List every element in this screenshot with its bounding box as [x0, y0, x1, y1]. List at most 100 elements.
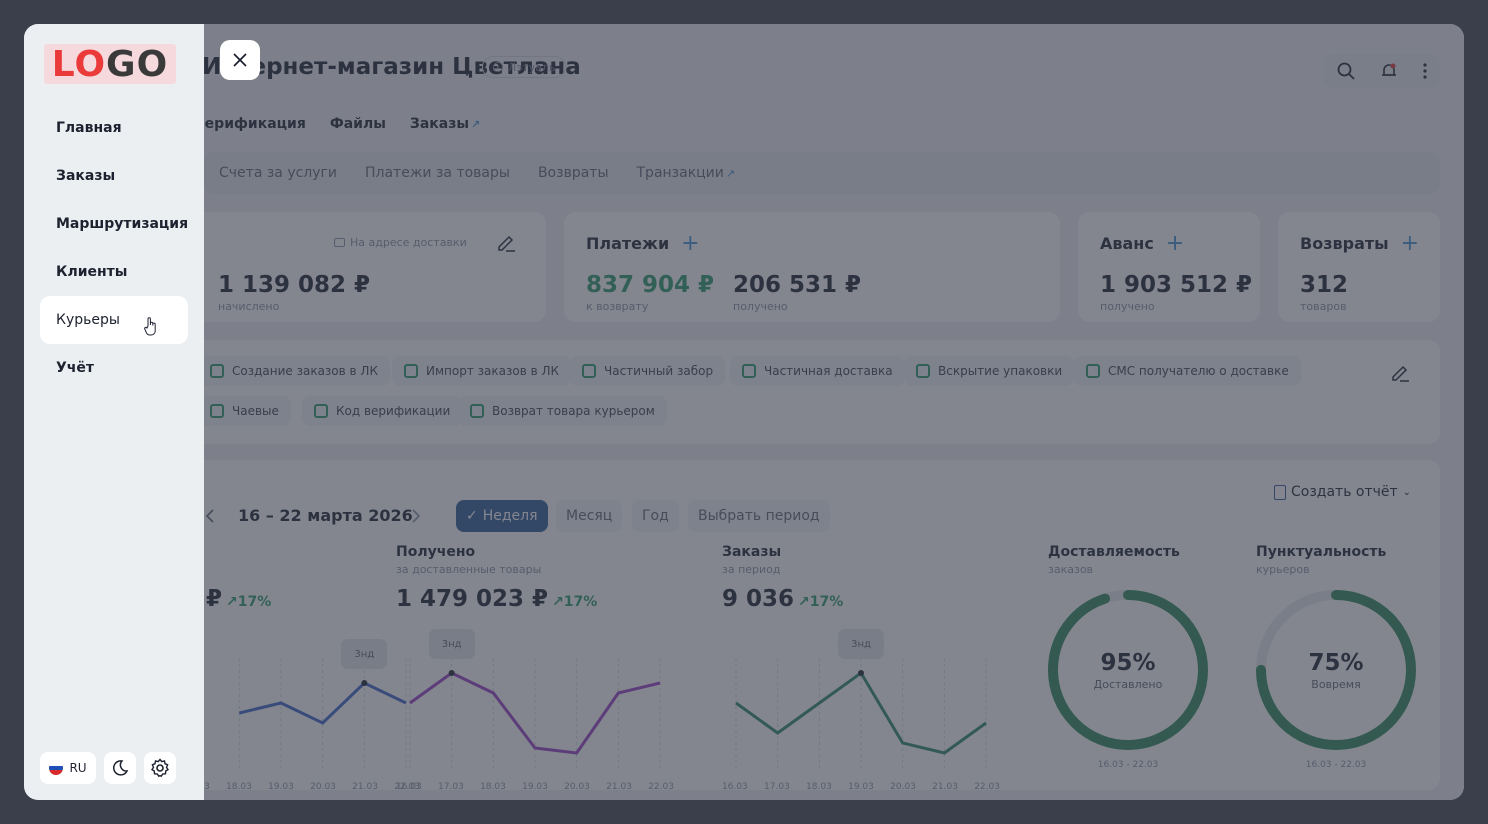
sidebar-item-home[interactable]: Главная — [40, 104, 188, 152]
service-chip[interactable]: Создание заказов в ЛК — [198, 356, 390, 386]
more-vertical-icon[interactable] — [1422, 62, 1428, 80]
service-chip[interactable]: Возврат товара курьером — [458, 396, 667, 426]
sidebar-drawer: LO GO Главная Заказы Маршрутизация Клиент… — [24, 24, 204, 800]
russia-flag-icon — [49, 761, 64, 775]
service-chip[interactable]: Вскрытие упаковки — [904, 356, 1075, 386]
subtab-services[interactable]: Счета за услуги — [219, 165, 337, 181]
data-point[interactable] — [361, 680, 368, 686]
tick-label: 16.03 — [396, 782, 422, 792]
subtab-payments[interactable]: Платежи за товары — [365, 165, 510, 181]
tick-label: 19.03 — [848, 782, 874, 792]
advance-value: 1 903 512 ₽ — [1100, 272, 1253, 298]
status-badge: Лэтуаль — [482, 56, 567, 78]
stat-value-text: 9 036 — [722, 586, 795, 612]
search-icon[interactable] — [1336, 61, 1356, 81]
close-button[interactable] — [220, 40, 260, 80]
service-chip[interactable]: Чаевые — [198, 396, 291, 426]
sidebar-item-orders[interactable]: Заказы — [40, 152, 188, 200]
ring-dates: 16.03 - 22.03 — [1097, 760, 1159, 770]
sidebar-item-couriers[interactable]: Курьеры — [40, 296, 188, 344]
service-chip[interactable]: СМС получателю о доставке — [1074, 356, 1301, 386]
sub-tabs: Счета за услуги Платежи за товары Возвра… — [204, 152, 1440, 194]
services-card: Создание заказов в ЛК Импорт заказов в Л… — [194, 340, 1440, 444]
subtab-transactions-label: Транзакции — [636, 165, 724, 181]
tab-verification[interactable]: Верификация — [194, 116, 306, 132]
service-chip[interactable]: Частичная доставка — [730, 356, 905, 386]
plus-icon[interactable]: + — [1166, 232, 1184, 254]
dashboard: Интернет-магазин Цветлана ⋮ Лэтуаль Вери… — [24, 24, 1464, 800]
stat-value-text: 1 479 023 ₽ — [396, 586, 549, 612]
stat-delta: ↗17% — [552, 594, 598, 610]
plus-icon[interactable]: + — [1401, 232, 1419, 254]
service-icon — [582, 364, 596, 378]
service-icon — [210, 364, 224, 378]
language-switch[interactable]: RU — [40, 752, 96, 784]
period-range: 16 – 22 марта 2026 — [238, 506, 413, 525]
language-label: RU — [69, 761, 87, 775]
ring-title: Доставляемость — [1048, 544, 1180, 560]
chevron-left-icon[interactable] — [204, 508, 216, 524]
tick-label: 17.03 — [764, 782, 790, 792]
returns-title: Возвраты — [1300, 234, 1389, 253]
service-chip[interactable]: Код верификации — [302, 396, 463, 426]
hand-cursor-icon — [144, 317, 156, 336]
x-axis-ticks: 16.03 17.03 18.03 19.03 20.03 21.03 22.03 — [722, 782, 1000, 792]
app-frame: Интернет-магазин Цветлана ⋮ Лэтуаль Вери… — [24, 24, 1464, 800]
service-chip[interactable]: Частичный забор — [570, 356, 726, 386]
service-chip[interactable]: Импорт заказов в ЛК — [392, 356, 572, 386]
delivery-chip-label: На адресе доставки — [350, 236, 467, 249]
period-week[interactable]: ✓ Неделя — [456, 500, 548, 532]
tick-label: 19.03 — [522, 782, 548, 792]
tab-orders[interactable]: Заказы ↗ — [410, 116, 480, 132]
edit-icon[interactable] — [1390, 362, 1410, 382]
create-report-label: Создать отчёт — [1291, 484, 1398, 500]
gear-icon — [151, 758, 169, 778]
ring-subtitle: заказов — [1048, 563, 1094, 576]
tick-label: 18.03 — [226, 782, 252, 792]
payments-refund-caption: к возврату — [586, 300, 649, 313]
more-vertical-icon[interactable]: ⋮ — [458, 58, 476, 79]
logo-go: GO — [106, 43, 169, 85]
create-report-button[interactable]: Создать отчёт ⌄ — [1274, 484, 1411, 500]
period-month[interactable]: Месяц — [556, 500, 623, 532]
bell-icon[interactable] — [1380, 62, 1398, 80]
stat-delta: ↗17% — [798, 594, 844, 610]
payments-refund-value: 837 904 ₽ — [586, 272, 715, 298]
ring-value: 95% — [1100, 650, 1156, 676]
data-point[interactable] — [448, 670, 455, 676]
sidebar-item-clients[interactable]: Клиенты — [40, 248, 188, 296]
tick-label: 21.03 — [606, 782, 632, 792]
theme-toggle[interactable] — [104, 752, 136, 784]
main-tabs: Верификация Файлы Заказы ↗ — [194, 116, 480, 132]
payments-received-caption: получено — [733, 300, 788, 313]
edit-icon[interactable] — [496, 232, 516, 252]
period-custom[interactable]: Выбрать период — [688, 500, 830, 532]
tick-label: 19.03 — [268, 782, 294, 792]
stat-delta: ↗17% — [226, 594, 272, 610]
logo-lo: LO — [51, 43, 107, 85]
tick-label: 20.03 — [564, 782, 590, 792]
service-icon — [1086, 364, 1100, 378]
data-point[interactable] — [858, 670, 864, 676]
service-label: СМС получателю о доставке — [1108, 364, 1289, 378]
subtab-returns[interactable]: Возвраты — [538, 165, 609, 181]
external-link-icon: ↗ — [471, 118, 481, 131]
plus-icon[interactable]: + — [681, 232, 699, 254]
x-axis-ticks: 16.03 17.03 18.03 19.03 20.03 21.03 22.03 — [396, 782, 674, 792]
tab-files[interactable]: Файлы — [330, 116, 386, 132]
external-link-icon: ↗ — [725, 167, 736, 180]
chevron-right-icon[interactable] — [410, 508, 422, 524]
service-label: Частичная доставка — [764, 364, 893, 378]
line-chart — [735, 658, 987, 768]
settings-button[interactable] — [144, 752, 176, 784]
returns-card: Возвраты + 312 товаров — [1278, 212, 1440, 322]
sidebar-item-routing[interactable]: Маршрутизация — [40, 200, 188, 248]
payments-header: Платежи + — [586, 232, 700, 254]
period-year[interactable]: Год — [632, 500, 679, 532]
tick-label: 21.03 — [932, 782, 958, 792]
payments-received-value: 206 531 ₽ — [733, 272, 862, 298]
sidebar-item-accounting[interactable]: Учёт — [40, 344, 188, 392]
returns-header: Возвраты + — [1300, 232, 1419, 254]
delivery-caption: начислено — [218, 300, 280, 313]
subtab-transactions[interactable]: Транзакции ↗ — [637, 165, 736, 181]
